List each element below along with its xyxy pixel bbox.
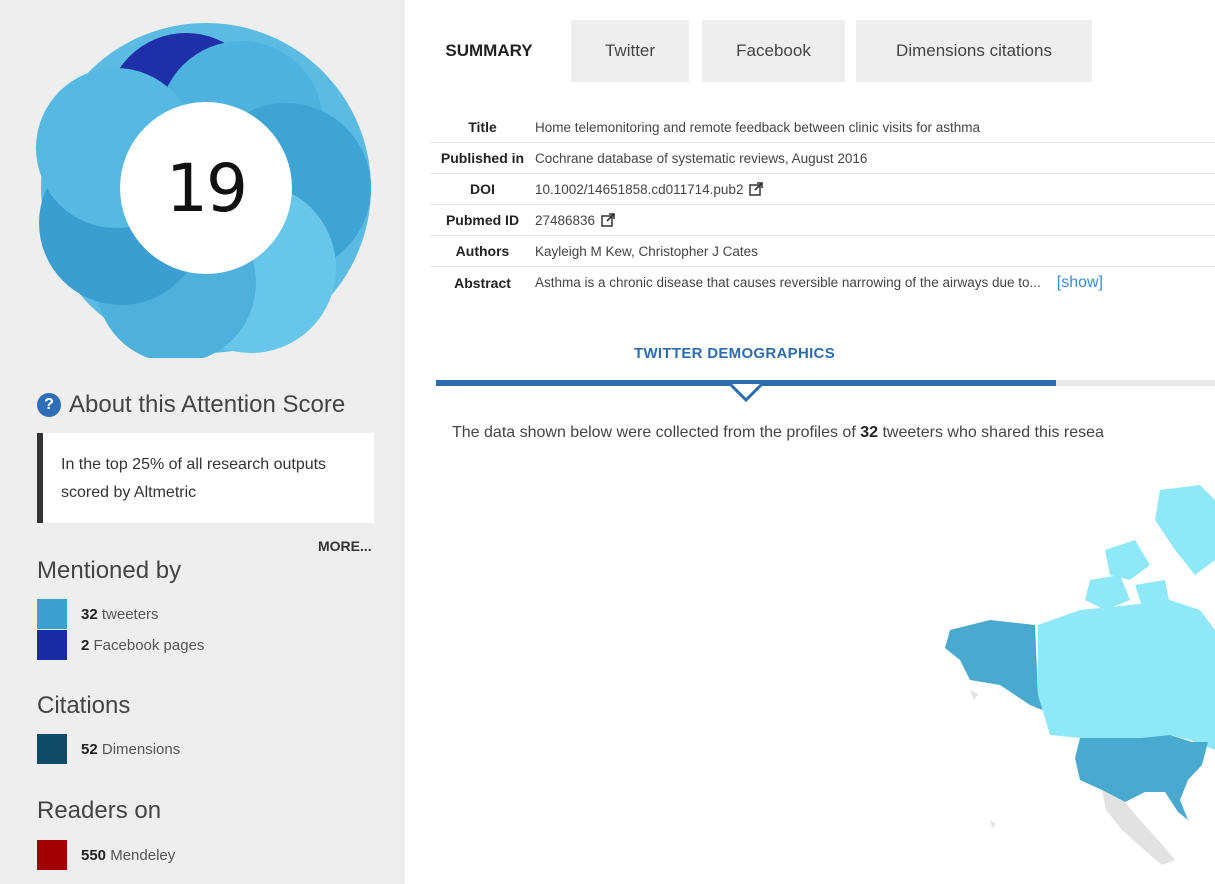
dimensions-label: Dimensions [101,740,181,758]
citations-heading: Citations [37,692,131,719]
published-value: Cochrane database of systematic reviews,… [535,150,868,166]
twitter-demographics-heading: TWITTER DEMOGRAPHICS [634,345,835,362]
external-link-icon[interactable] [749,182,764,196]
tab-dimensions-citations[interactable]: Dimensions citations [856,20,1092,82]
twitter-label: tweeters [101,605,159,623]
table-row: Title Home telemonitoring and remote fee… [430,112,1215,143]
score-context-callout: In the top 25% of all research outputs s… [37,433,374,523]
dimensions-count: 52 [81,740,98,758]
twitter-count: 32 [81,605,98,623]
mendeley-count: 550 [81,846,107,864]
demographics-text-after: tweeters who shared this resea [882,424,1104,441]
table-row: Published in Cochrane database of system… [430,143,1215,174]
about-score-label: About this Attention Score [69,391,346,418]
demographics-text-before: The data shown below were collected from… [452,424,856,441]
tweeter-world-map[interactable] [930,480,1215,884]
published-key: Published in [440,150,525,166]
doi-key: DOI [470,181,495,197]
readers-heading: Readers on [37,797,162,824]
table-row: Pubmed ID 27486836 [430,205,1215,236]
more-link[interactable]: MORE... [318,538,372,554]
mendeley-swatch [37,840,67,870]
mention-facebook-row[interactable]: 2 Facebook pages [37,630,204,660]
facebook-count: 2 [81,636,90,654]
twitter-swatch [37,599,67,629]
tab-summary[interactable]: SUMMARY [415,20,563,82]
table-row: Abstract Asthma is a chronic disease tha… [430,267,1215,298]
pubmed-link[interactable]: 27486836 [535,213,595,228]
table-row: Authors Kayleigh M Kew, Christopher J Ca… [430,236,1215,267]
tab-twitter[interactable]: Twitter [571,20,689,82]
external-link-icon[interactable] [601,213,615,227]
authors-value: Kayleigh M Kew, Christopher J Cates [535,243,758,259]
title-key: Title [468,119,497,135]
abstract-key: Abstract [454,274,511,291]
authors-key: Authors [455,243,510,259]
show-abstract-link[interactable]: [show] [1057,274,1103,292]
summary-table: Title Home telemonitoring and remote fee… [430,112,1215,298]
caret-down-icon [730,384,762,402]
question-icon: ? [37,393,61,417]
dimensions-swatch [37,734,67,764]
tab-bar: SUMMARY Twitter Facebook Dimensions cita… [405,0,1215,82]
doi-link[interactable]: 10.1002/14651858.cd011714.pub2 [535,182,743,197]
facebook-swatch [37,630,67,660]
mentioned-by-heading: Mentioned by [37,557,182,584]
reader-mendeley-row[interactable]: 550 Mendeley [37,840,175,870]
mendeley-label: Mendeley [110,846,176,864]
mention-twitter-row[interactable]: 32 tweeters [37,599,159,629]
demographics-description: The data shown below were collected from… [452,424,1104,442]
tweeter-count: 32 [860,424,879,441]
pubmed-key: Pubmed ID [445,212,520,228]
about-score-heading[interactable]: ? About this Attention Score [37,391,345,419]
attention-score: 19 [166,149,248,227]
title-value: Home telemonitoring and remote feedback … [535,119,980,135]
tab-facebook[interactable]: Facebook [702,20,845,82]
facebook-label: Facebook pages [93,636,205,654]
abstract-value: Asthma is a chronic disease that causes … [535,275,1041,290]
sidebar: 19 ? About this Attention Score In the t… [0,0,405,884]
table-row: DOI 10.1002/14651858.cd011714.pub2 [430,174,1215,205]
citation-dimensions-row[interactable]: 52 Dimensions [37,734,180,764]
demographics-progress-bar [436,380,1215,386]
